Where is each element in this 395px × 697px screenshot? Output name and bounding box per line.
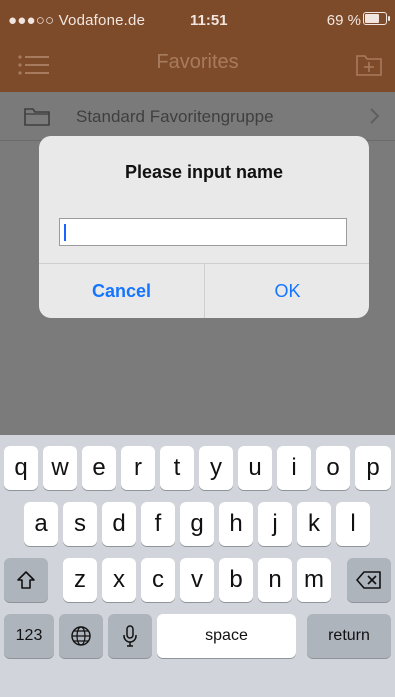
key-u[interactable]: u: [238, 446, 272, 490]
list-item-label: Standard Favoritengruppe: [76, 107, 274, 126]
text-caret: [64, 224, 66, 241]
key-k[interactable]: k: [297, 502, 331, 546]
key-v[interactable]: v: [180, 558, 214, 602]
key-w[interactable]: w: [43, 446, 77, 490]
key-z[interactable]: z: [63, 558, 97, 602]
key-n[interactable]: n: [258, 558, 292, 602]
key-s[interactable]: s: [63, 502, 97, 546]
key-e[interactable]: e: [82, 446, 116, 490]
key-a[interactable]: a: [24, 502, 58, 546]
key-f[interactable]: f: [141, 502, 175, 546]
key-p[interactable]: p: [355, 446, 391, 490]
navigation-bar: Favorites: [0, 40, 395, 92]
keyboard: q w e r t y u i o p a s d f g h j k l z …: [0, 435, 395, 697]
key-i[interactable]: i: [277, 446, 311, 490]
list-item[interactable]: Standard Favoritengruppe: [0, 92, 395, 141]
globe-key[interactable]: [59, 614, 103, 658]
folder-add-icon[interactable]: [355, 52, 383, 78]
shift-icon: [15, 569, 37, 591]
key-d[interactable]: d: [102, 502, 136, 546]
battery-icon: [363, 12, 390, 25]
key-y[interactable]: y: [199, 446, 233, 490]
key-h[interactable]: h: [219, 502, 253, 546]
header: ●●●○○ Vodafone.de 11:51 69 % Favorites: [0, 0, 395, 92]
dictation-key[interactable]: [108, 614, 152, 658]
key-r[interactable]: r: [121, 446, 155, 490]
chevron-right-icon: [369, 107, 381, 125]
numbers-key[interactable]: 123: [4, 614, 54, 658]
return-key[interactable]: return: [307, 614, 391, 658]
key-o[interactable]: o: [316, 446, 350, 490]
backspace-key[interactable]: [347, 558, 391, 602]
backspace-icon: [356, 570, 382, 590]
key-l[interactable]: l: [336, 502, 370, 546]
battery-percent: 69 %: [326, 12, 361, 29]
space-key[interactable]: space: [157, 614, 296, 658]
microphone-icon: [121, 624, 139, 648]
input-dialog: Please input name Cancel OK: [39, 136, 369, 318]
folder-icon: [24, 106, 50, 126]
key-j[interactable]: j: [258, 502, 292, 546]
key-g[interactable]: g: [180, 502, 214, 546]
key-t[interactable]: t: [160, 446, 194, 490]
time-label: 11:51: [190, 12, 228, 29]
cancel-button[interactable]: Cancel: [39, 264, 204, 318]
dialog-title: Please input name: [124, 162, 284, 182]
carrier-label: ●●●○○ Vodafone.de: [8, 12, 146, 29]
key-c[interactable]: c: [141, 558, 175, 602]
globe-icon: [70, 625, 92, 647]
shift-key[interactable]: [4, 558, 48, 602]
key-m[interactable]: m: [297, 558, 331, 602]
ok-button[interactable]: OK: [205, 264, 369, 318]
key-b[interactable]: b: [219, 558, 253, 602]
status-bar: ●●●○○ Vodafone.de 11:51 69 %: [0, 0, 395, 40]
page-title: Favorites: [156, 51, 239, 73]
name-input[interactable]: [59, 218, 347, 246]
key-q[interactable]: q: [4, 446, 38, 490]
key-x[interactable]: x: [102, 558, 136, 602]
